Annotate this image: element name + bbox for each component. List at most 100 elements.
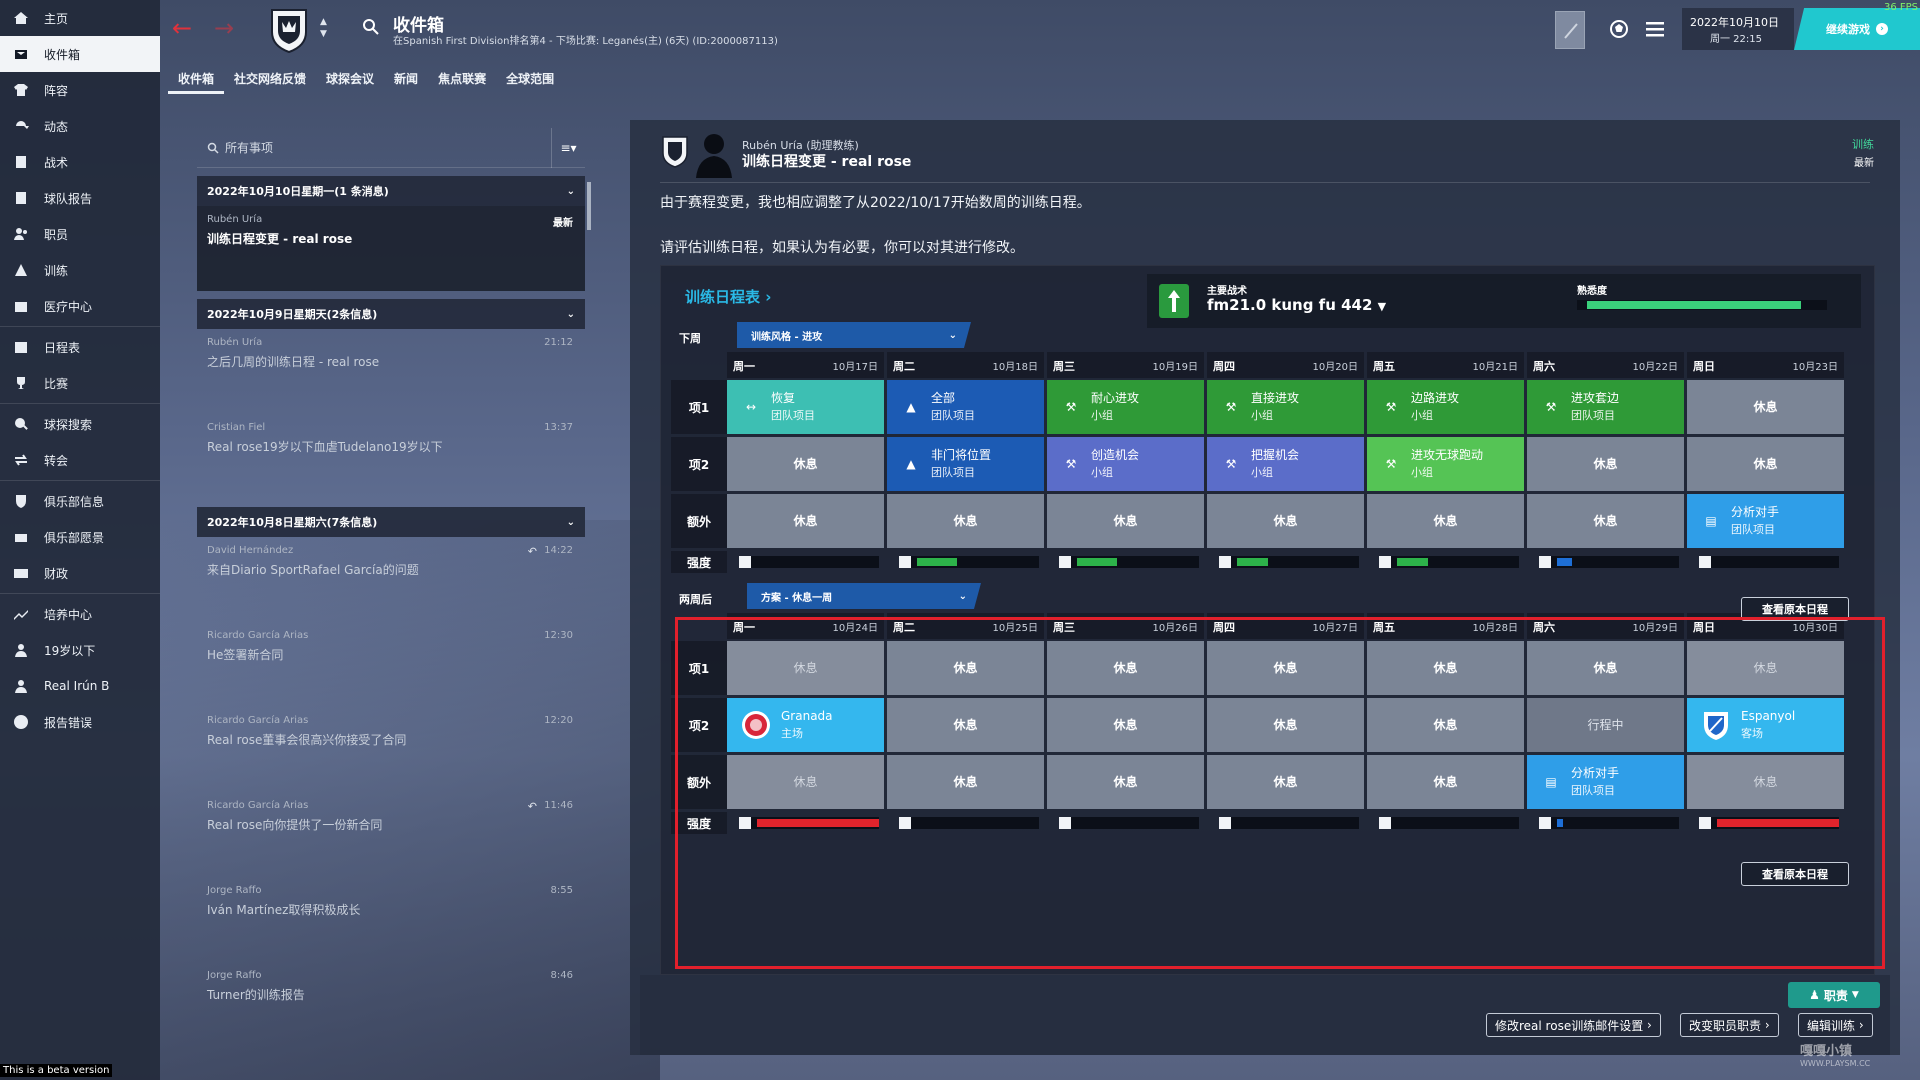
change-staff-duties-button[interactable]: 改变职员职责 ›	[1680, 1013, 1779, 1037]
sidebar-item-4[interactable]: 战术	[0, 144, 160, 180]
schedule-title-link[interactable]: 训练日程表 ›	[685, 286, 771, 307]
inbox-message[interactable]: Cristian Fiel Real rose19岁以下血虐Tudelano19岁…	[197, 414, 585, 499]
training-session-cell[interactable]: 休息	[1687, 641, 1844, 695]
football-icon[interactable]	[1608, 18, 1630, 40]
sidebar-item-9[interactable]: 日程表	[0, 329, 160, 365]
training-session-cell[interactable]: ▲ 非门将位置 团队项目	[887, 437, 1044, 491]
training-session-cell[interactable]: 休息	[1527, 494, 1684, 548]
inbox-message[interactable]: Ricardo García Arias Real rose向你提供了一份新合同 1…	[197, 792, 585, 877]
week-plan-select[interactable]: 方案 - 休息一周 ⌄	[747, 583, 981, 609]
training-session-cell[interactable]: 休息	[1207, 641, 1364, 695]
training-session-cell[interactable]: 休息	[727, 755, 884, 809]
training-session-cell[interactable]: 休息	[727, 641, 884, 695]
training-session-cell[interactable]: Granada 主场	[727, 698, 884, 752]
training-session-cell[interactable]: Espanyol 客场	[1687, 698, 1844, 752]
training-session-cell[interactable]: 休息	[887, 755, 1044, 809]
sidebar-item-10[interactable]: 比赛	[0, 365, 160, 401]
forward-arrow-icon[interactable]: →	[214, 14, 234, 42]
training-session-cell[interactable]: 休息	[1687, 380, 1844, 434]
training-session-cell[interactable]: 行程中	[1527, 698, 1684, 752]
training-session-cell[interactable]: 休息	[1367, 755, 1524, 809]
edit-button[interactable]	[1555, 11, 1585, 49]
training-session-cell[interactable]: 休息	[1047, 755, 1204, 809]
inbox-group-header[interactable]: 2022年10月9日星期天(2条信息) ⌄	[197, 299, 585, 329]
sidebar-item-15[interactable]: 财政	[0, 555, 160, 591]
training-session-cell[interactable]: 休息	[1687, 755, 1844, 809]
team-switch-chevrons-icon[interactable]: ▲ ▼	[320, 16, 327, 40]
training-session-cell[interactable]: 休息	[1207, 494, 1364, 548]
sidebar-item-0[interactable]: 主页	[0, 0, 160, 36]
training-session-cell[interactable]: ↔ 恢复 团队项目	[727, 380, 884, 434]
inbox-scrollbar[interactable]	[587, 182, 591, 230]
modify-mail-settings-button[interactable]: 修改real rose训练邮件设置 ›	[1486, 1013, 1661, 1037]
continue-button[interactable]: 继续游戏 ›	[1794, 8, 1920, 50]
training-session-cell[interactable]: 休息	[887, 494, 1044, 548]
training-session-cell[interactable]: 休息	[1047, 641, 1204, 695]
week-plan-select[interactable]: 训练风格 - 进攻 ⌄	[737, 322, 971, 348]
view-original-schedule-button[interactable]: 查看原本日程	[1741, 597, 1849, 621]
tab-1[interactable]: 社交网络反馈	[224, 66, 316, 94]
inbox-message[interactable]: Rubén Uría 之后几周的训练日程 - real rose 21:12	[197, 329, 585, 414]
training-session-cell[interactable]: 休息	[727, 494, 884, 548]
tab-2[interactable]: 球探会议	[316, 66, 384, 94]
training-session-cell[interactable]: ⚒ 边路进攻 小组	[1367, 380, 1524, 434]
training-session-cell[interactable]: ▤ 分析对手 团队项目	[1527, 755, 1684, 809]
inbox-message[interactable]: David Hernández 来自Diario SportRafael Garc…	[197, 537, 585, 622]
tab-3[interactable]: 新闻	[384, 66, 428, 94]
training-session-cell[interactable]: ▲ 全部 团队项目	[887, 380, 1044, 434]
sidebar-item-11[interactable]: 球探搜索	[0, 406, 160, 442]
inbox-message[interactable]: Rubén Uría 训练日程变更 - real rose 最新	[197, 206, 585, 291]
training-session-cell[interactable]: 休息	[1207, 698, 1364, 752]
sidebar-item-14[interactable]: 俱乐部愿景	[0, 519, 160, 555]
inbox-message[interactable]: Jorge Raffo Iván Martínez取得积极成长 8:55	[197, 877, 585, 962]
sidebar-item-17[interactable]: 19岁以下	[0, 632, 160, 668]
inbox-message[interactable]: Ricardo García Arias He签署新合同 12:30	[197, 622, 585, 707]
inbox-group-header[interactable]: 2022年10月8日星期六(7条信息) ⌄	[197, 507, 585, 537]
sidebar-item-5[interactable]: 球队报告	[0, 180, 160, 216]
tab-5[interactable]: 全球范围	[496, 66, 564, 94]
sidebar-item-13[interactable]: 俱乐部信息	[0, 483, 160, 519]
sidebar-item-18[interactable]: Real Irún B	[0, 668, 160, 704]
training-session-cell[interactable]: ⚒ 进攻套边 团队项目	[1527, 380, 1684, 434]
inbox-message[interactable]: Ricardo García Arias Real rose董事会很高兴你接受了合…	[197, 707, 585, 792]
filter-menu-icon[interactable]: ≡▾	[551, 127, 585, 168]
inbox-search[interactable]: 所有事项 ≡▾	[197, 127, 585, 168]
sidebar-item-16[interactable]: 培养中心	[0, 596, 160, 632]
training-session-cell[interactable]: 休息	[1207, 755, 1364, 809]
training-session-cell[interactable]: 休息	[1527, 437, 1684, 491]
training-session-cell[interactable]: 休息	[1367, 698, 1524, 752]
club-crest-icon[interactable]	[268, 4, 310, 54]
training-session-cell[interactable]: 休息	[1047, 494, 1204, 548]
tab-4[interactable]: 焦点联赛	[428, 66, 496, 94]
search-icon[interactable]	[362, 18, 380, 36]
training-session-cell[interactable]: ⚒ 创造机会 小组	[1047, 437, 1204, 491]
sidebar-item-3[interactable]: 动态	[0, 108, 160, 144]
training-session-cell[interactable]: ⚒ 耐心进攻 小组	[1047, 380, 1204, 434]
sidebar-item-8[interactable]: 医疗中心	[0, 288, 160, 324]
inbox-group-header[interactable]: 2022年10月10日星期一(1 条消息) ⌄	[197, 176, 585, 206]
training-session-cell[interactable]: 休息	[1367, 494, 1524, 548]
sidebar-item-2[interactable]: 阵容	[0, 72, 160, 108]
sidebar-item-6[interactable]: 职员	[0, 216, 160, 252]
view-original-schedule-button[interactable]: 查看原本日程	[1741, 862, 1849, 886]
back-arrow-icon[interactable]: ←	[172, 14, 192, 42]
sidebar-item-12[interactable]: 转会	[0, 442, 160, 478]
sidebar-item-1[interactable]: 收件箱	[0, 36, 160, 72]
training-session-cell[interactable]: ▤ 分析对手 团队项目	[1687, 494, 1844, 548]
edit-training-button[interactable]: 编辑训练 ›	[1798, 1013, 1873, 1037]
inbox-message[interactable]: Jorge Raffo Turner的训练报告 8:46	[197, 962, 585, 1047]
training-session-cell[interactable]: 休息	[1687, 437, 1844, 491]
menu-icon[interactable]	[1644, 18, 1666, 40]
training-session-cell[interactable]: 休息	[727, 437, 884, 491]
sidebar-item-19[interactable]: 报告错误	[0, 704, 160, 740]
training-session-cell[interactable]: ⚒ 把握机会 小组	[1207, 437, 1364, 491]
training-session-cell[interactable]: 休息	[1367, 641, 1524, 695]
training-session-cell[interactable]: 休息	[887, 698, 1044, 752]
tactic-select[interactable]: fm21.0 kung fu 442 ▼	[1207, 296, 1386, 314]
tab-0[interactable]: 收件箱	[168, 66, 225, 94]
training-session-cell[interactable]: ⚒ 进攻无球跑动 小组	[1367, 437, 1524, 491]
sidebar-item-7[interactable]: 训练	[0, 252, 160, 288]
staff-responsibility-button[interactable]: ♟ 职责 ▼	[1788, 982, 1880, 1008]
training-session-cell[interactable]: 休息	[1527, 641, 1684, 695]
training-session-cell[interactable]: 休息	[1047, 698, 1204, 752]
